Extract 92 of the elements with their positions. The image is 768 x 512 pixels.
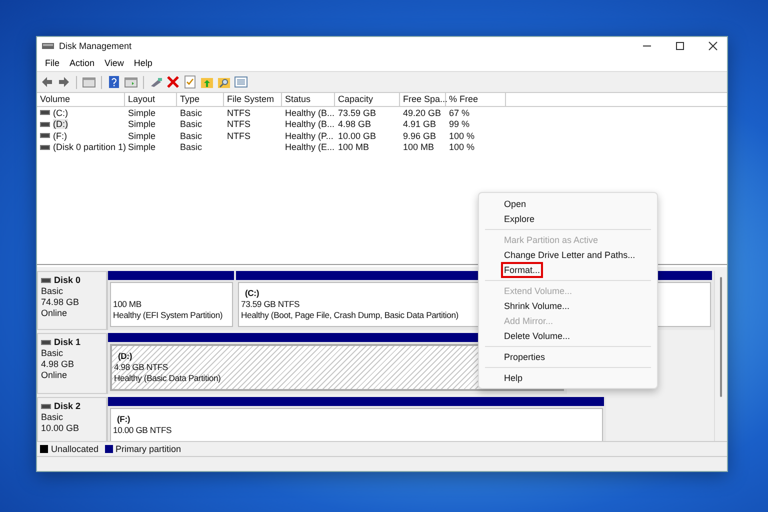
- context-menu-item[interactable]: Explore: [479, 211, 657, 226]
- window-title: Disk Management: [59, 41, 133, 51]
- partition-status: Healthy (EFI System Partition): [113, 310, 223, 321]
- partition-status: Healthy (Basic Data Partition): [114, 373, 221, 384]
- table-cell-text: Simple: [127, 130, 157, 142]
- legend-label: Primary partition: [116, 444, 182, 454]
- menu-item[interactable]: View: [100, 57, 129, 69]
- table-cell-text: 99 %: [448, 118, 471, 130]
- column-header[interactable]: Type: [177, 93, 224, 106]
- table-cell-text: 9.96 GB: [402, 130, 438, 142]
- table-cell-text: Healthy (P...: [284, 130, 334, 142]
- partition-label: (C:): [244, 288, 259, 299]
- partition-block[interactable]: (F:) 10.00 GB NTFS: [110, 408, 603, 441]
- column-header[interactable]: Status: [282, 93, 335, 106]
- back-arrow-icon[interactable]: [40, 75, 54, 89]
- drive-label[interactable]: (F:): [53, 130, 67, 141]
- folder-search-icon[interactable]: [217, 75, 231, 89]
- partition-label: (F:): [116, 414, 130, 425]
- help-icon[interactable]: [107, 75, 121, 89]
- table-cell-text: 4.98 GB: [337, 118, 372, 130]
- partition-size: 10.00 GB NTFS: [113, 425, 172, 436]
- disk-name: Disk 2: [54, 401, 81, 412]
- menu-item[interactable]: Help: [128, 57, 158, 69]
- table-cell-text: Basic: [179, 107, 204, 118]
- disk-detail: Basic: [41, 412, 64, 423]
- table-cell-text: NTFS: [226, 118, 252, 130]
- context-menu-item[interactable]: Format...: [479, 262, 657, 277]
- maximize-icon: [675, 41, 685, 51]
- disk-detail: 10.00 GB: [41, 423, 80, 434]
- context-menu-item[interactable]: Open: [479, 196, 657, 211]
- menu-item[interactable]: Action: [64, 57, 100, 69]
- checked-document-icon[interactable]: [183, 75, 197, 89]
- disk-detail: Basic: [41, 286, 64, 297]
- table-cell-text: Healthy (B...: [284, 118, 335, 130]
- column-header[interactable]: Capacity: [335, 93, 400, 106]
- table-cell-text: Basic: [179, 130, 204, 142]
- table-cell-text: NTFS: [226, 107, 252, 118]
- table-cell-text: Basic: [179, 142, 204, 153]
- table-cell-text: 67 %: [448, 107, 471, 118]
- close-icon: [708, 41, 718, 51]
- table-cell-text: 10.00 GB: [337, 130, 378, 142]
- drive-label[interactable]: (C:): [53, 108, 68, 118]
- disk-detail: Basic: [41, 348, 64, 359]
- disk-detail: 4.98 GB: [41, 359, 76, 370]
- table-cell-text: 100 MB: [402, 142, 436, 153]
- panel-icon[interactable]: [124, 75, 138, 89]
- table-cell-text: Healthy (E...: [284, 142, 335, 153]
- partition-label: (D:): [117, 351, 132, 362]
- menu-item[interactable]: File: [40, 57, 65, 69]
- drive-label[interactable]: (D:): [53, 119, 68, 130]
- disk-name: Disk 1: [54, 337, 81, 348]
- delete-icon[interactable]: [166, 75, 180, 89]
- table-cell-text: NTFS: [226, 130, 252, 142]
- scrollbar-thumb[interactable]: [720, 277, 722, 397]
- table-cell-text: Healthy (B...: [284, 107, 335, 118]
- column-header[interactable]: File System: [224, 93, 282, 106]
- folder-arrow-icon[interactable]: [200, 75, 214, 89]
- disk-drive-icon: [42, 41, 54, 51]
- list-icon[interactable]: [234, 75, 248, 89]
- disk-info-panel[interactable]: Disk 2 Basic 10.00 GB: [37, 397, 108, 441]
- table-cell-text: 73.59 GB: [337, 107, 378, 118]
- table-cell-text: 49.20 GB: [402, 107, 442, 118]
- partition-block[interactable]: 100 MB Healthy (EFI System Partition): [110, 282, 233, 327]
- table-cell-text: 100 MB: [337, 142, 370, 153]
- partition-status: Healthy (Boot, Page File, Crash Dump, Basic Data Partition): [241, 310, 458, 321]
- column-header[interactable]: Volume: [37, 93, 125, 106]
- table-cell-text: Simple: [127, 118, 157, 130]
- disk-info-panel[interactable]: Disk 1 Basic 4.98 GB Online: [37, 333, 108, 394]
- partition-size: 73.59 GB NTFS: [241, 299, 300, 310]
- table-cell-text: Simple: [127, 107, 157, 118]
- window-icon[interactable]: [82, 75, 96, 89]
- context-menu-item[interactable]: Change Drive Letter and Paths...: [479, 247, 657, 262]
- table-cell-text: 100 %: [448, 130, 476, 142]
- disk-name: Disk 0: [54, 275, 81, 286]
- disk-info-panel[interactable]: Disk 0 Basic 74.98 GB Online: [37, 271, 108, 330]
- table-cell-text: 100 %: [448, 142, 476, 153]
- disk-detail: Online: [41, 308, 68, 319]
- legend-label: Unallocated: [51, 444, 99, 454]
- context-menu-item[interactable]: Shrink Volume...: [479, 298, 657, 313]
- table-cell-text: Simple: [127, 142, 157, 153]
- forward-arrow-icon[interactable]: [57, 75, 71, 89]
- column-header[interactable]: % Free: [446, 93, 506, 106]
- drive-label[interactable]: (Disk 0 partition 1): [53, 142, 126, 152]
- table-cell-text: 4.91 GB: [402, 118, 438, 130]
- disk-detail: 74.98 GB: [41, 297, 80, 308]
- partition-size: 100 MB: [113, 299, 142, 310]
- context-menu-item[interactable]: Delete Volume...: [479, 328, 657, 343]
- column-header[interactable]: Layout: [125, 93, 177, 106]
- disk-detail: Online: [41, 370, 68, 381]
- partition-size: 4.98 GB NTFS: [114, 362, 168, 373]
- table-cell-text: Basic: [179, 118, 204, 130]
- column-header[interactable]: Free Spa...: [400, 93, 446, 106]
